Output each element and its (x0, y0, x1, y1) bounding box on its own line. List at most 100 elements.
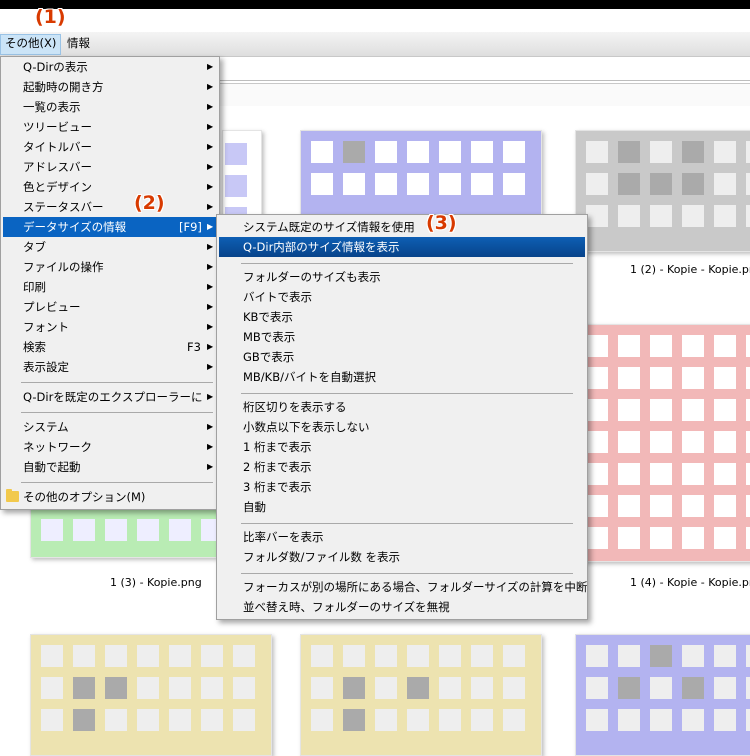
menu-item-label: フォルダーのサイズも表示 (243, 270, 381, 284)
title-strip (0, 9, 750, 32)
data-size-submenu: システム既定のサイズ情報を使用 Q-Dir内部のサイズ情報を表示 フォルダーのサ… (216, 214, 588, 620)
submenu-arrow-icon: ▶ (207, 62, 214, 71)
window-top-edge (0, 0, 750, 9)
menu-bar: その他(X) 情報 (0, 32, 750, 57)
menu-item-startup[interactable]: 起動時の開き方 ▶ (3, 77, 217, 97)
menu-item-label: 色とデザイン (23, 180, 92, 194)
submenu-item-ignore-size-sort[interactable]: 並べ替え時、フォルダーのサイズを無視 (219, 597, 585, 617)
menu-item-label: ステータスバー (23, 200, 104, 214)
submenu-arrow-icon: ▶ (207, 82, 214, 91)
menu-item-status-bar[interactable]: ステータスバー ▶ (3, 197, 217, 217)
menu-item-label: Q-Dirを既定のエクスプローラーに (23, 390, 203, 404)
menu-separator (241, 263, 573, 264)
submenu-item-mb[interactable]: MBで表示 (219, 327, 585, 347)
menu-item-label: ツリービュー (23, 120, 92, 134)
submenu-arrow-icon: ▶ (207, 462, 214, 471)
annotation-3: (3) (426, 212, 457, 234)
menu-item-label: MBで表示 (243, 330, 296, 344)
menu-item-label: 一覧の表示 (23, 100, 81, 114)
menu-item-label: 1 桁まで表示 (243, 440, 312, 454)
menu-info[interactable]: 情報 (63, 34, 94, 53)
thumbnail-yellow-2[interactable] (300, 634, 542, 756)
menu-item-label: 比率バーを表示 (243, 530, 324, 544)
menu-item-tree-view[interactable]: ツリービュー ▶ (3, 117, 217, 137)
menu-separator (21, 482, 213, 483)
menu-item-title-bar[interactable]: タイトルバー ▶ (3, 137, 217, 157)
menu-item-other-options[interactable]: その他のオプション(M) (3, 487, 217, 507)
submenu-item-gb[interactable]: GBで表示 (219, 347, 585, 367)
thumbnail-blue-2[interactable] (575, 634, 750, 756)
menu-item-font[interactable]: フォント ▶ (3, 317, 217, 337)
menu-item-label: 3 桁まで表示 (243, 480, 312, 494)
submenu-arrow-icon: ▶ (207, 392, 214, 401)
menu-item-system[interactable]: システム ▶ (3, 417, 217, 437)
menu-item-label: フォーカスが別の場所にある場合、フォルダーサイズの計算を中断 (243, 580, 588, 594)
menu-item-default-explorer[interactable]: Q-Dirを既定のエクスプローラーに ▶ (3, 387, 217, 407)
submenu-arrow-icon: ▶ (207, 122, 214, 131)
menu-item-tabs[interactable]: タブ ▶ (3, 237, 217, 257)
submenu-item-folder-file-count[interactable]: フォルダ数/ファイル数 を表示 (219, 547, 585, 567)
thumbnail-image (311, 645, 525, 731)
address-bar[interactable] (218, 58, 750, 81)
submenu-arrow-icon: ▶ (207, 142, 214, 151)
menu-item-data-size-info[interactable]: データサイズの情報 [F9] ▶ (3, 217, 217, 237)
submenu-arrow-icon: ▶ (207, 442, 214, 451)
annotation-1: (1) (35, 6, 66, 28)
menu-item-preview[interactable]: プレビュー ▶ (3, 297, 217, 317)
menu-item-search[interactable]: 検索 F3 ▶ (3, 337, 217, 357)
submenu-item-no-decimals[interactable]: 小数点以下を表示しない (219, 417, 585, 437)
menu-item-label: Q-Dirの表示 (23, 60, 88, 74)
menu-item-label: 2 桁まで表示 (243, 460, 312, 474)
submenu-item-abort-calc[interactable]: フォーカスが別の場所にある場合、フォルダーサイズの計算を中断 (219, 577, 588, 597)
thumbnail-caption: 1 (4) - Kopie - Kopie.png (630, 576, 750, 589)
menu-item-list-view[interactable]: 一覧の表示 ▶ (3, 97, 217, 117)
submenu-arrow-icon: ▶ (207, 202, 214, 211)
thumbnail-gray[interactable] (575, 130, 750, 252)
submenu-item-ratio-bar[interactable]: 比率バーを表示 (219, 527, 585, 547)
thumbnail-image (586, 141, 750, 227)
menu-item-label: 印刷 (23, 280, 46, 294)
thumbnail-image (311, 141, 525, 195)
menu-item-color-design[interactable]: 色とデザイン ▶ (3, 177, 217, 197)
submenu-item-qdir-internal-size[interactable]: Q-Dir内部のサイズ情報を表示 (219, 237, 585, 257)
submenu-arrow-icon: ▶ (207, 102, 214, 111)
submenu-item-2-digits[interactable]: 2 桁まで表示 (219, 457, 585, 477)
menu-item-label: ネットワーク (23, 440, 92, 454)
submenu-item-bytes[interactable]: バイトで表示 (219, 287, 585, 307)
submenu-item-auto-digits[interactable]: 自動 (219, 497, 585, 517)
submenu-arrow-icon: ▶ (207, 162, 214, 171)
thumbnail-red[interactable] (575, 324, 750, 562)
thumbnail-image (586, 335, 750, 549)
submenu-item-folder-size[interactable]: フォルダーのサイズも表示 (219, 267, 585, 287)
submenu-arrow-icon: ▶ (207, 422, 214, 431)
thumbnail-image (41, 519, 216, 541)
menu-separator (241, 393, 573, 394)
menu-item-label: ファイルの操作 (23, 260, 104, 274)
menu-item-qdir-display[interactable]: Q-Dirの表示 ▶ (3, 57, 217, 77)
submenu-arrow-icon: ▶ (207, 322, 214, 331)
thumbnail-yellow[interactable] (30, 634, 272, 756)
submenu-arrow-icon: ▶ (207, 242, 214, 251)
submenu-item-1-digit[interactable]: 1 桁まで表示 (219, 437, 585, 457)
menu-item-display-settings[interactable]: 表示設定 ▶ (3, 357, 217, 377)
submenu-item-auto-unit[interactable]: MB/KB/バイトを自動選択 (219, 367, 585, 387)
menu-item-network[interactable]: ネットワーク ▶ (3, 437, 217, 457)
menu-item-label: 自動で起動 (23, 460, 81, 474)
menu-item-label: 自動 (243, 500, 266, 514)
submenu-item-system-default-size[interactable]: システム既定のサイズ情報を使用 (219, 217, 585, 237)
menu-item-label: バイトで表示 (243, 290, 312, 304)
menu-item-label: フォルダ数/ファイル数 を表示 (243, 550, 401, 564)
menu-item-label: GBで表示 (243, 350, 295, 364)
submenu-item-3-digits[interactable]: 3 桁まで表示 (219, 477, 585, 497)
menu-item-file-ops[interactable]: ファイルの操作 ▶ (3, 257, 217, 277)
submenu-item-thousand-sep[interactable]: 桁区切りを表示する (219, 397, 585, 417)
menu-item-shortcut: F3 (187, 340, 201, 354)
submenu-arrow-icon: ▶ (207, 182, 214, 191)
menu-item-autostart[interactable]: 自動で起動 ▶ (3, 457, 217, 477)
menu-item-address-bar[interactable]: アドレスバー ▶ (3, 157, 217, 177)
submenu-item-kb[interactable]: KBで表示 (219, 307, 585, 327)
submenu-arrow-icon: ▶ (207, 362, 214, 371)
menu-other[interactable]: その他(X) (0, 34, 62, 55)
menu-item-label: 桁区切りを表示する (243, 400, 347, 414)
menu-item-print[interactable]: 印刷 ▶ (3, 277, 217, 297)
